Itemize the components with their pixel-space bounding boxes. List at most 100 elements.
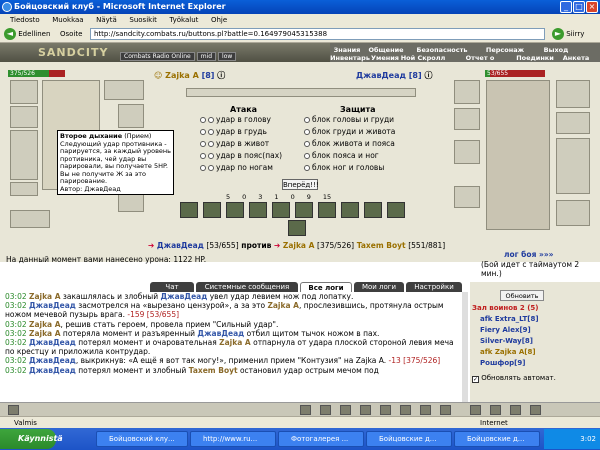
skill-icon[interactable] <box>249 202 267 218</box>
ring-slots[interactable] <box>104 80 144 100</box>
toolbar-icon[interactable] <box>380 405 391 415</box>
attack-chest[interactable]: удар в грудь <box>200 127 267 137</box>
taskbar-item[interactable]: Бойцовские д... <box>454 431 540 447</box>
toolbar-icon[interactable] <box>360 405 371 415</box>
boots-slot[interactable] <box>454 186 480 208</box>
menu-communication[interactable]: Общение <box>366 46 406 54</box>
menu-exit[interactable]: Выход <box>536 46 576 54</box>
toolbar-icon[interactable] <box>340 405 351 415</box>
vs-right1-name[interactable]: Zajka A <box>283 241 315 250</box>
start-button[interactable]: Käynnistä <box>0 429 63 449</box>
chat-player-name[interactable]: Zajka A <box>267 301 299 310</box>
menu-file[interactable]: Tiedosto <box>10 16 40 24</box>
auto-update-toggle[interactable]: ✓ Обновлять автомат. <box>472 374 556 383</box>
block-chest-belly[interactable]: блок груди и живота <box>304 127 395 137</box>
vs-right2-name[interactable]: Taxem Boyt <box>357 241 406 250</box>
toolbar-icon[interactable] <box>440 405 451 415</box>
menu-skills[interactable]: Умения <box>370 54 400 62</box>
menu-favorites[interactable]: Suosikit <box>129 16 157 24</box>
tab-my-logs[interactable]: Мои логи <box>354 282 404 292</box>
tab-system[interactable]: Системные сообщения <box>196 282 298 292</box>
go-button[interactable]: ► Siirry <box>552 27 584 41</box>
menu-scroll[interactable]: Ной Скролл <box>400 54 446 62</box>
player-list-item[interactable]: afk Zajka A[8] <box>480 348 536 356</box>
skill-icon[interactable] <box>272 202 290 218</box>
shield-slot[interactable] <box>454 140 480 164</box>
skill-icon[interactable] <box>203 202 221 218</box>
info-icon[interactable]: ⓘ <box>424 71 432 80</box>
menu-tools[interactable]: Työkalut <box>169 16 198 24</box>
info-icon[interactable]: ⓘ <box>217 71 225 80</box>
taskbar-item[interactable]: Бойцовский клу... <box>96 431 188 447</box>
toolbar-icon[interactable] <box>510 405 521 415</box>
url-input[interactable]: http://sandcity.combats.ru/buttons.pl?ba… <box>90 28 545 40</box>
chat-player-name[interactable]: ДжавДеад <box>160 292 207 301</box>
chat-player-name[interactable]: Zajka A <box>29 329 61 338</box>
skill-icon[interactable] <box>364 202 382 218</box>
belt-slot[interactable] <box>556 200 590 226</box>
weapon-slot[interactable] <box>10 130 38 180</box>
battle-log-link[interactable]: лог боя »»» <box>504 250 554 259</box>
skill-icon[interactable] <box>341 202 359 218</box>
toolbar-icon[interactable] <box>530 405 541 415</box>
radio-low-button[interactable]: low <box>218 52 237 61</box>
menu-knowledge[interactable]: Знания <box>330 46 364 54</box>
chat-player-name[interactable]: ДжавДеад <box>29 301 76 310</box>
amulet-slot[interactable] <box>556 112 590 134</box>
block-legs-head[interactable]: блок ног и головы <box>304 163 384 173</box>
gloves-slot[interactable] <box>118 104 144 128</box>
block-belt-legs[interactable]: блок пояса и ног <box>304 151 379 161</box>
helmet-slot[interactable] <box>10 80 38 104</box>
weapon-slot[interactable] <box>556 138 590 194</box>
chat-player-name[interactable]: ДжавДеад <box>197 329 244 338</box>
chat-player-name[interactable]: Zajka A <box>29 320 61 329</box>
refresh-button[interactable]: Обновить <box>500 290 544 301</box>
vs-left-name[interactable]: ДжавДеад <box>157 241 204 250</box>
toolbar-icon[interactable] <box>470 405 481 415</box>
skill-icon[interactable] <box>180 202 198 218</box>
attack-head[interactable]: удар в голову <box>200 115 271 125</box>
attack-legs[interactable]: удар по ногам <box>200 163 273 173</box>
checkbox[interactable]: ✓ <box>472 376 479 383</box>
chat-player-name[interactable]: Zajka A <box>29 292 61 301</box>
skill-icon[interactable] <box>288 220 306 236</box>
minimize-button[interactable]: _ <box>560 1 572 13</box>
skill-icon[interactable] <box>226 202 244 218</box>
player-list-item[interactable]: Silver-Way[8] <box>480 337 533 345</box>
menu-inventory[interactable]: Инвентарь <box>330 54 370 62</box>
block-belly-belt[interactable]: блок живота и пояса <box>304 139 395 149</box>
menu-duels[interactable]: Поединки <box>514 54 556 62</box>
player-list-item[interactable]: Fiery Alex[9] <box>480 326 531 334</box>
toolbar-icon[interactable] <box>320 405 331 415</box>
radio-mid-button[interactable]: mid <box>196 52 217 61</box>
skill-icon[interactable] <box>318 202 336 218</box>
menu-help[interactable]: Ohje <box>211 16 227 24</box>
radio-link[interactable]: Combats Radio Online <box>120 52 195 61</box>
gloves-slot[interactable] <box>454 80 480 104</box>
attack-belly[interactable]: удар в живот <box>200 139 269 149</box>
belt-slot[interactable] <box>10 182 38 196</box>
helmet-slot[interactable] <box>556 80 590 108</box>
chat-player-name[interactable]: Zajka A <box>219 338 251 347</box>
chat-player-name[interactable]: ДжавДеад <box>29 338 76 347</box>
tab-all-logs[interactable]: Все логи <box>300 282 352 292</box>
forward-button[interactable]: Вперёд!!! <box>282 179 319 190</box>
right-fighter-avatar[interactable] <box>486 80 550 230</box>
close-button[interactable]: × <box>586 1 598 13</box>
player-list-item[interactable]: afk Extra_LT[8] <box>480 315 539 323</box>
player-list-item[interactable]: Рошфор[9] <box>480 359 525 367</box>
left-bottom-slot[interactable] <box>10 210 50 228</box>
toolbar-icon[interactable] <box>490 405 501 415</box>
maximize-button[interactable]: □ <box>573 1 585 13</box>
chat-scrollbar[interactable] <box>462 292 468 402</box>
taskbar-item[interactable]: Бойцовские д... <box>366 431 452 447</box>
attack-groin[interactable]: удар в пояс(пах) <box>200 151 282 161</box>
tab-settings[interactable]: Настройки <box>406 282 462 292</box>
taskbar-item[interactable]: Фотогалерея ... <box>278 431 364 447</box>
toolbar-icon[interactable] <box>300 405 311 415</box>
amulet-slot[interactable] <box>10 106 38 128</box>
menu-character[interactable]: Персонаж <box>480 46 530 54</box>
chat-player-name[interactable]: ДжавДеад <box>29 356 76 365</box>
menu-security[interactable]: Безопасность <box>414 46 470 54</box>
menu-view[interactable]: Näytä <box>96 16 117 24</box>
